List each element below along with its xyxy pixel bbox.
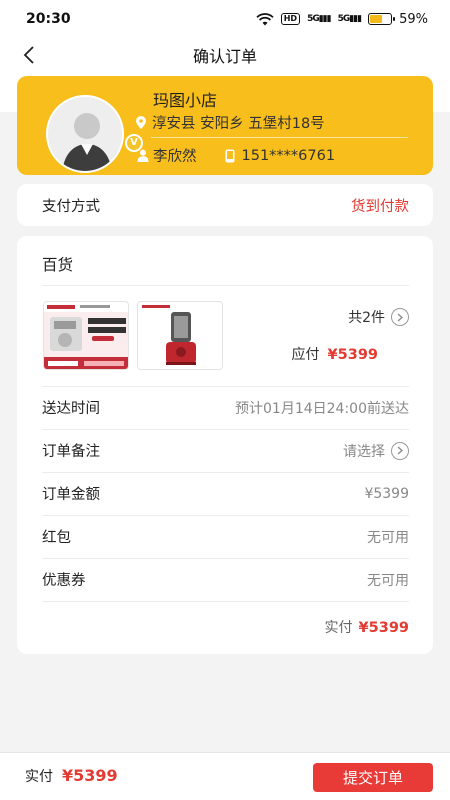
- payment-method-value[interactable]: 货到付款: [351, 195, 409, 216]
- order-amount-value: ¥5399: [364, 485, 409, 502]
- bottom-bar: 实付 ¥5399 提交订单: [0, 752, 450, 800]
- address-card[interactable]: V 玛图小店 淳安县 安阳乡 五堡村18号 李欣然 151****6761: [17, 76, 433, 175]
- battery-icon: [368, 13, 396, 25]
- hd-badge: HD: [280, 13, 301, 25]
- order-note-row[interactable]: 订单备注 请选择: [42, 429, 409, 472]
- wifi-icon: [256, 12, 274, 25]
- paid-value: ¥5399: [358, 620, 409, 636]
- battery-percent: 59%: [399, 11, 428, 27]
- signal-icon-1: 5G▮▮▮: [307, 14, 331, 24]
- bottom-paid-value: ¥5399: [62, 766, 118, 785]
- status-icons: HD 5G▮▮▮ 5G▮▮▮ 59%: [256, 12, 428, 27]
- order-amount-label: 订单金额: [42, 487, 100, 503]
- chevron-right-icon: [391, 441, 409, 460]
- bottom-paid-summary: 实付 ¥5399: [25, 766, 118, 786]
- address-text: 淳安县 安阳乡 五堡村18号: [152, 116, 325, 132]
- delivery-time-label: 送达时间: [42, 401, 100, 417]
- red-packet-row[interactable]: 红包 无可用: [42, 515, 409, 558]
- bottom-paid-label: 实付: [25, 769, 53, 785]
- divider: [42, 285, 409, 286]
- contact-phone: 151****6761: [241, 147, 336, 164]
- signal-label-1: 5G: [307, 14, 320, 24]
- battery-fill: [370, 15, 382, 23]
- back-button[interactable]: [18, 44, 40, 66]
- signal-icon-2: 5G▮▮▮: [337, 14, 362, 24]
- delivery-time-value: 预计01月14日24:00前送达: [235, 400, 409, 417]
- signal-label-2: 5G: [337, 14, 351, 24]
- chevron-right-icon: [391, 308, 409, 326]
- product-thumbnail-1[interactable]: [43, 301, 129, 370]
- product-thumbnail-2[interactable]: [137, 301, 223, 370]
- nav-bar: 确认订单: [0, 38, 450, 72]
- quantity-row[interactable]: 共2件: [348, 307, 409, 327]
- red-packet-label: 红包: [42, 530, 71, 546]
- address-row: 淳安县 安阳乡 五堡村18号: [135, 112, 325, 133]
- due-value: ¥5399: [327, 347, 378, 363]
- order-note-placeholder: 请选择: [343, 443, 385, 460]
- contact-row: 李欣然 151****6761: [137, 145, 335, 166]
- coupon-value: 无可用: [367, 572, 409, 589]
- due-label: 应付: [291, 347, 320, 363]
- default-avatar-icon: [48, 97, 122, 171]
- chevron-left-icon: [23, 46, 34, 64]
- status-time: 20:30: [26, 11, 71, 27]
- payment-method-card[interactable]: 支付方式 货到付款: [17, 184, 433, 226]
- coupon-label: 优惠券: [42, 573, 86, 589]
- delivery-time-row: 送达时间 预计01月14日24:00前送达: [42, 386, 409, 429]
- paid-summary-row: 实付 ¥5399: [325, 617, 409, 637]
- status-bar: 20:30 HD 5G▮▮▮ 5G▮▮▮ 59%: [0, 0, 450, 38]
- address-divider: [151, 137, 408, 138]
- item-count: 共2件: [348, 310, 385, 326]
- due-row: 应付 ¥5399: [292, 344, 378, 364]
- order-amount-row: 订单金额 ¥5399: [42, 472, 409, 515]
- coupon-row[interactable]: 优惠券 无可用: [42, 558, 409, 601]
- divider: [42, 601, 409, 602]
- red-packet-value: 无可用: [367, 529, 409, 546]
- order-note-value[interactable]: 请选择: [343, 441, 409, 461]
- order-note-label: 订单备注: [42, 444, 100, 460]
- phone-icon: [225, 149, 234, 162]
- page-title: 确认订单: [192, 47, 257, 66]
- person-icon: [137, 149, 149, 162]
- store-name: 玛图小店: [153, 91, 218, 110]
- store-section-title: 百货: [42, 256, 74, 274]
- order-card: 百货 共2件 应付 ¥5399 送达时间 预计01月14日24:00前送达 订单…: [17, 236, 433, 654]
- contact-name: 李欣然: [153, 149, 197, 165]
- payment-method-label: 支付方式: [42, 198, 100, 215]
- paid-label: 实付: [324, 620, 353, 636]
- meat-grinder-product-image: [44, 302, 128, 369]
- location-pin-icon: [136, 115, 146, 129]
- blender-product-image: [138, 302, 222, 369]
- avatar: [46, 95, 124, 173]
- submit-order-button[interactable]: 提交订单: [313, 763, 433, 792]
